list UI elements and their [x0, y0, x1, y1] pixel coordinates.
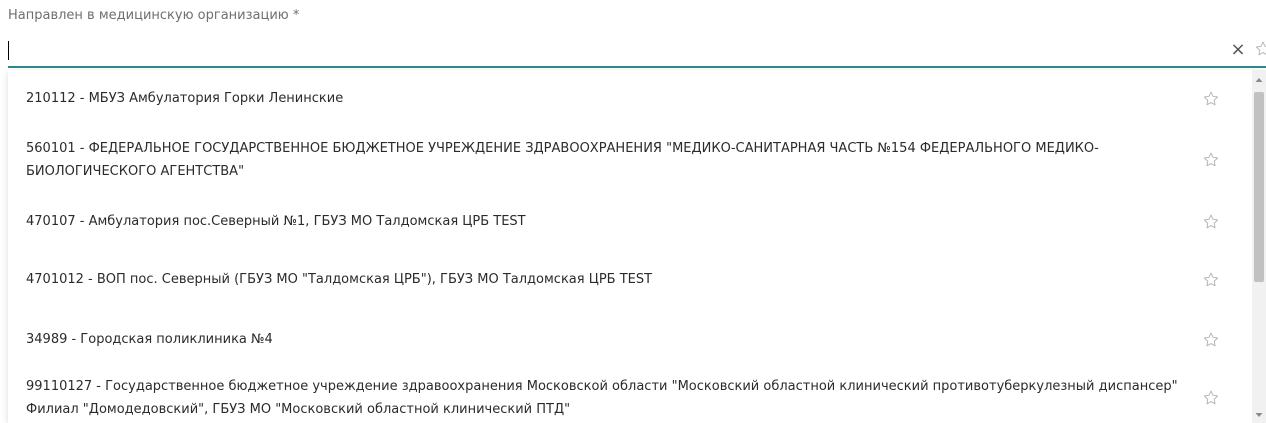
star-outline-icon[interactable]: [1202, 151, 1220, 169]
list-item[interactable]: 560101 - ФЕДЕРАЛЬНОЕ ГОСУДАРСТВЕННОЕ БЮД…: [8, 137, 1252, 183]
scrollbar-thumb[interactable]: [1254, 92, 1264, 282]
dropdown-scrollbar[interactable]: [1252, 70, 1266, 423]
option-label: 34989 - Городская поликлиника №4: [26, 332, 273, 347]
star-outline-icon[interactable]: [1202, 90, 1220, 108]
close-icon[interactable]: ×: [1230, 40, 1246, 60]
organization-search-input[interactable]: [8, 38, 1208, 62]
chevron-up-icon[interactable]: [1252, 72, 1266, 86]
option-label: 4701012 - ВОП пос. Северный (ГБУЗ МО "Та…: [26, 272, 653, 287]
list-item[interactable]: 34989 - Городская поликлиника №4: [8, 328, 1252, 351]
star-outline-icon[interactable]: [1202, 213, 1220, 231]
chevron-down-icon[interactable]: [1252, 407, 1266, 421]
star-outline-icon[interactable]: [1202, 331, 1220, 349]
list-item[interactable]: 470107 - Амбулатория пос.Северный №1, ГБ…: [8, 210, 1252, 233]
list-item[interactable]: 4701012 - ВОП пос. Северный (ГБУЗ МО "Та…: [8, 268, 1252, 291]
list-item[interactable]: 99110127 - Государственное бюджетное учр…: [8, 375, 1252, 421]
option-label: 210112 - МБУЗ Амбулатория Горки Ленински…: [26, 91, 344, 106]
text-caret: [8, 41, 9, 60]
option-label: 560101 - ФЕДЕРАЛЬНОЕ ГОСУДАРСТВЕННОЕ БЮД…: [26, 141, 1099, 179]
option-label: 99110127 - Государственное бюджетное учр…: [26, 379, 1178, 417]
organization-dropdown-list: 210112 - МБУЗ Амбулатория Горки Ленински…: [8, 70, 1266, 423]
organization-combobox[interactable]: ×: [8, 34, 1266, 68]
option-label: 470107 - Амбулатория пос.Северный №1, ГБ…: [26, 214, 526, 229]
field-label: Направлен в медицинскую организацию *: [8, 8, 300, 23]
star-outline-icon[interactable]: [1202, 271, 1220, 289]
list-item[interactable]: 210112 - МБУЗ Амбулатория Горки Ленински…: [8, 87, 1252, 110]
star-outline-icon[interactable]: [1254, 40, 1266, 60]
star-outline-icon[interactable]: [1202, 389, 1220, 407]
